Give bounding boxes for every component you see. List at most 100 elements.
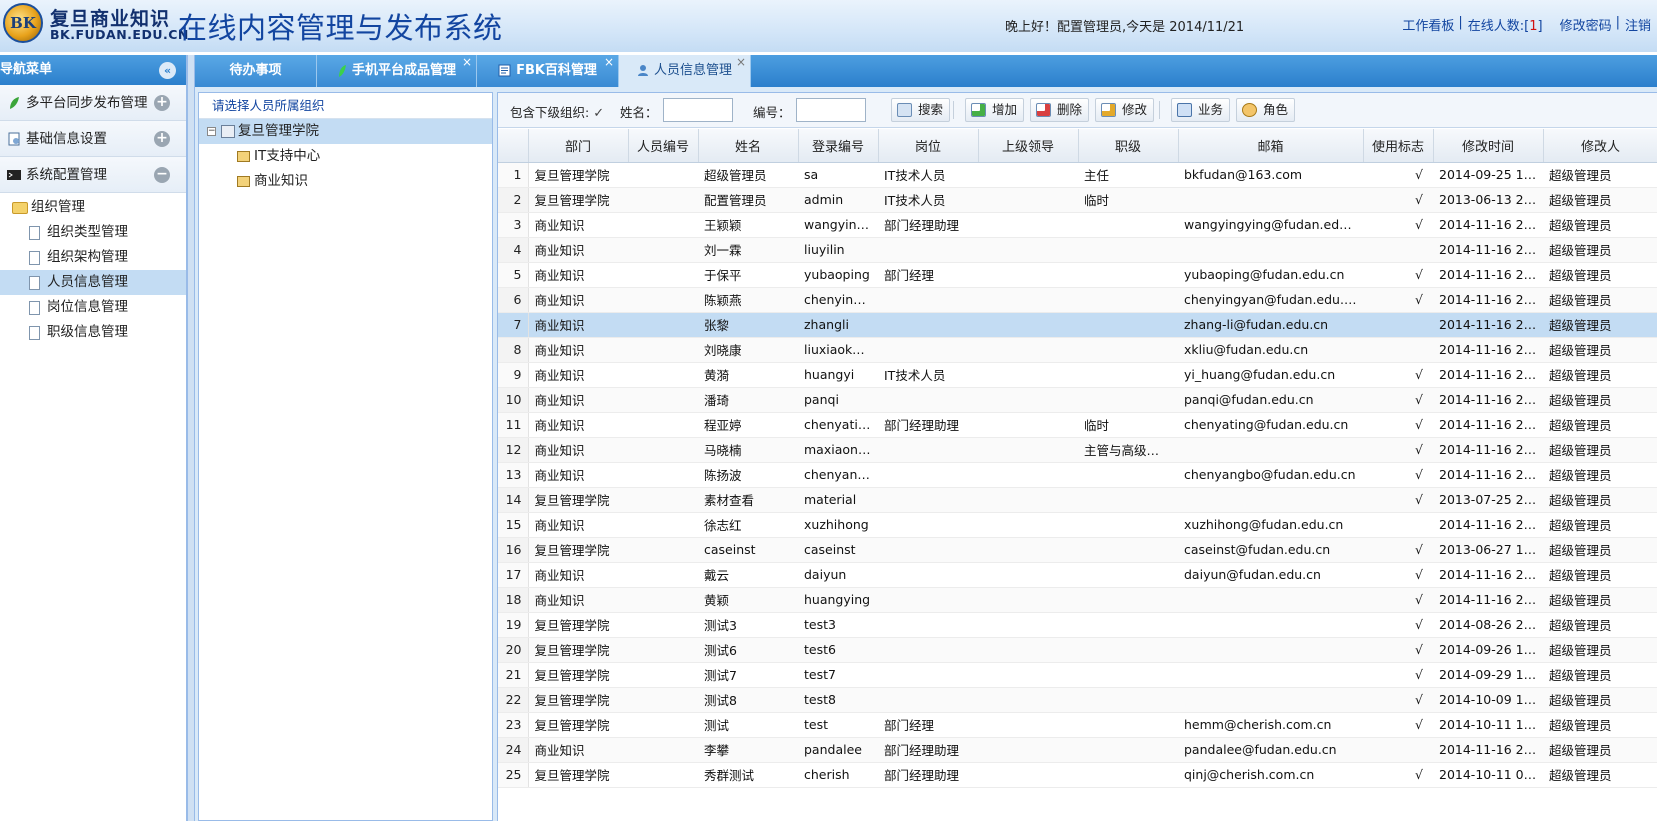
collapse-icon[interactable]: − [154, 167, 170, 183]
table-row[interactable]: 24 商业知识 李攀 pandalee 部门经理助理 pandalee@fudan.edu… [498, 737, 1657, 763]
role-button[interactable]: 角色 [1236, 98, 1296, 122]
org-node-root[interactable]: − 复旦管理学院 [199, 119, 492, 144]
tree-node-rank-info[interactable]: 职级信息管理 [0, 320, 186, 345]
table-row[interactable]: 16 复旦管理学院 caseinst caseinst caseinst@fudan.e… [498, 537, 1657, 563]
table-row[interactable]: 17 商业知识 戴云 daiyun daiyun@fudan.edu.cn √ 2014-1… [498, 562, 1657, 588]
table-cell [978, 687, 1078, 713]
table-cell [878, 537, 978, 563]
table-row[interactable]: 14 复旦管理学院 素材查看 material √ 2013-07-25 23… 超级管理员 [498, 487, 1657, 513]
table-row[interactable]: 5 商业知识 于保平 yubaoping 部门经理 yubaoping@fudan.edu… [498, 262, 1657, 288]
expand-icon[interactable]: + [154, 95, 170, 111]
table-cell: caseinst@fudan.edu.cn [1178, 537, 1363, 563]
section-basic-info[interactable]: 基础信息设置 + [0, 121, 186, 157]
table-cell: 2014-08-26 21… [1433, 612, 1543, 638]
tree-node-position-info[interactable]: 岗位信息管理 [0, 295, 186, 320]
tab-label: FBK百科管理 [516, 63, 597, 78]
org-node-business-knowledge[interactable]: 商业知识 [199, 169, 492, 194]
column-header[interactable]: 登录编号 [798, 129, 879, 163]
tab-personnel-info[interactable]: 人员信息管理 × [619, 55, 751, 87]
business-icon [1177, 103, 1192, 117]
column-header[interactable] [498, 129, 529, 163]
column-header[interactable]: 使用标志 [1363, 129, 1434, 163]
business-button[interactable]: 业务 [1171, 98, 1231, 122]
column-header[interactable]: 岗位 [878, 129, 979, 163]
table-row[interactable]: 7 商业知识 张黎 zhangli zhang-li@fudan.edu.cn 2014-… [498, 312, 1657, 338]
table-row[interactable]: 4 商业知识 刘一霖 liuyilin 2014-11-16 21… 超级管理员 [498, 237, 1657, 263]
table-row[interactable]: 8 商业知识 刘晓康 liuxiaokang xkliu@fudan.edu.cn 201… [498, 337, 1657, 363]
tab-todo[interactable]: 待办事项 [195, 55, 317, 87]
org-node-it-support[interactable]: IT支持中心 [199, 144, 492, 169]
table-row[interactable]: 18 商业知识 黄颖 huangying √ 2014-11-16 21… 超级管理员 [498, 587, 1657, 613]
change-password-link[interactable]: 修改密码 [1560, 15, 1612, 34]
add-button[interactable]: 增加 [965, 98, 1025, 122]
table-cell [628, 712, 698, 738]
table-cell [628, 312, 698, 338]
column-header[interactable]: 修改人 [1543, 129, 1657, 163]
table-header-row: 部门 人员编号 姓名 登录编号 岗位 上级领导 职级 邮箱 使用标志 修改时间 修改人 [498, 129, 1657, 163]
app-header: BK 复旦商业知识 BK.FUDAN.EDU.CN 在线内容管理与发布系统 晚上… [0, 0, 1657, 52]
table-cell: qinj@cherish.com.cn [1178, 762, 1363, 788]
table-cell [878, 687, 978, 713]
table-cell: 程亚婷 [698, 412, 798, 438]
online-users-link[interactable]: 在线人数:[1] [1468, 15, 1543, 34]
table-row[interactable]: 15 商业知识 徐志红 xuzhihong xuzhihong@fudan.edu.cn… [498, 512, 1657, 538]
column-header[interactable]: 姓名 [698, 129, 799, 163]
column-header[interactable]: 职级 [1078, 129, 1179, 163]
table-row[interactable]: 22 复旦管理学院 测试8 test8 √ 2014-10-09 15… 超级管理员 [498, 687, 1657, 713]
code-input[interactable] [796, 98, 866, 122]
tree-node-label: 岗位信息管理 [47, 299, 128, 315]
table-cell: zhang-li@fudan.edu.cn [1178, 312, 1363, 338]
table-cell [1178, 587, 1363, 613]
table-row[interactable]: 13 商业知识 陈扬波 chenyan… chenyangbo@fudan.edu.cn… [498, 462, 1657, 488]
org-tree-panel: 请选择人员所属组织 − 复旦管理学院 IT支持中心 商业知识 [198, 92, 493, 821]
close-icon[interactable]: × [462, 46, 472, 78]
layout-splitter[interactable] [187, 55, 195, 821]
table-cell [1178, 437, 1363, 463]
search-button[interactable]: 搜索 [891, 98, 951, 122]
table-row[interactable]: 11 商业知识 程亚婷 chenyating 部门经理助理 临时 chenyating@fu… [498, 412, 1657, 438]
section-multi-platform[interactable]: 多平台同步发布管理 + [0, 85, 186, 121]
tree-node-personnel-info[interactable]: 人员信息管理 [0, 270, 186, 295]
tree-node-org-type[interactable]: 组织类型管理 [0, 220, 186, 245]
edit-button[interactable]: 修改 [1095, 98, 1155, 122]
tab-fbk-wiki[interactable]: FBK百科管理 × [477, 55, 619, 87]
row-number: 22 [498, 687, 529, 713]
column-header[interactable]: 邮箱 [1178, 129, 1364, 163]
table-row[interactable]: 19 复旦管理学院 测试3 test3 √ 2014-08-26 21… 超级管理员 [498, 612, 1657, 638]
logout-link[interactable]: 注销 [1625, 15, 1651, 34]
table-row[interactable]: 1 复旦管理学院 超级管理员 sa IT技术人员 主任 bkfudan@163.com √ 20… [498, 162, 1657, 188]
table-cell: bkfudan@163.com [1178, 162, 1363, 188]
expand-icon[interactable]: + [154, 131, 170, 147]
table-row[interactable]: 23 复旦管理学院 测试 test 部门经理 hemm@cherish.com.cn √ 20… [498, 712, 1657, 738]
table-row[interactable]: 3 商业知识 王颖颖 wangying… 部门经理助理 wangyingying@fuda… [498, 212, 1657, 238]
collapse-nav-icon[interactable]: « [159, 62, 176, 79]
tree-node-org-management[interactable]: 组织管理 [0, 195, 186, 220]
dashboard-link[interactable]: 工作看板 [1402, 15, 1454, 34]
table-row[interactable]: 9 商业知识 黄漪 huangyi IT技术人员 yi_huang@fudan.edu.c… [498, 362, 1657, 388]
section-system-config[interactable]: 系统配置管理 − [0, 157, 186, 193]
table-cell: 马晓楠 [698, 437, 798, 463]
table-row[interactable]: 10 商业知识 潘琦 panqi panqi@fudan.edu.cn √ 2014-11-… [498, 387, 1657, 413]
table-cell: 商业知识 [528, 387, 628, 413]
table-row[interactable]: 2 复旦管理学院 配置管理员 admin IT技术人员 临时 √ 2013-06-13 22…… [498, 187, 1657, 213]
column-header[interactable]: 上级领导 [978, 129, 1079, 163]
table-cell: daiyun@fudan.edu.cn [1178, 562, 1363, 588]
table-row[interactable]: 21 复旦管理学院 测试7 test7 √ 2014-09-29 16… 超级管理员 [498, 662, 1657, 688]
active-flag: √ [1363, 162, 1433, 188]
name-input[interactable] [663, 98, 733, 122]
delete-button[interactable]: 删除 [1030, 98, 1090, 122]
column-header[interactable]: 部门 [528, 129, 629, 163]
close-icon[interactable]: × [604, 46, 614, 78]
table-cell: 复旦管理学院 [528, 687, 628, 713]
tab-mobile-platform[interactable]: 手机平台成品管理 × [317, 55, 477, 87]
table-row[interactable]: 6 商业知识 陈颖燕 chenying… chenyingyan@fudan.edu.c… [498, 287, 1657, 313]
include-sub-checkbox[interactable]: ✓ [593, 106, 604, 121]
table-row[interactable]: 25 复旦管理学院 秀群测试 cherish 部门经理助理 qinj@cherish.co… [498, 762, 1657, 788]
column-header[interactable]: 修改时间 [1433, 129, 1544, 163]
column-header[interactable]: 人员编号 [628, 129, 699, 163]
collapse-node-icon[interactable]: − [207, 127, 216, 136]
table-row[interactable]: 20 复旦管理学院 测试6 test6 √ 2014-09-26 11… 超级管理员 [498, 637, 1657, 663]
table-row[interactable]: 12 商业知识 马晓楠 maxiaonan 主管与高级… √ 2014-11-16 21… 超… [498, 437, 1657, 463]
close-icon[interactable]: × [736, 46, 746, 78]
tree-node-org-structure[interactable]: 组织架构管理 [0, 245, 186, 270]
